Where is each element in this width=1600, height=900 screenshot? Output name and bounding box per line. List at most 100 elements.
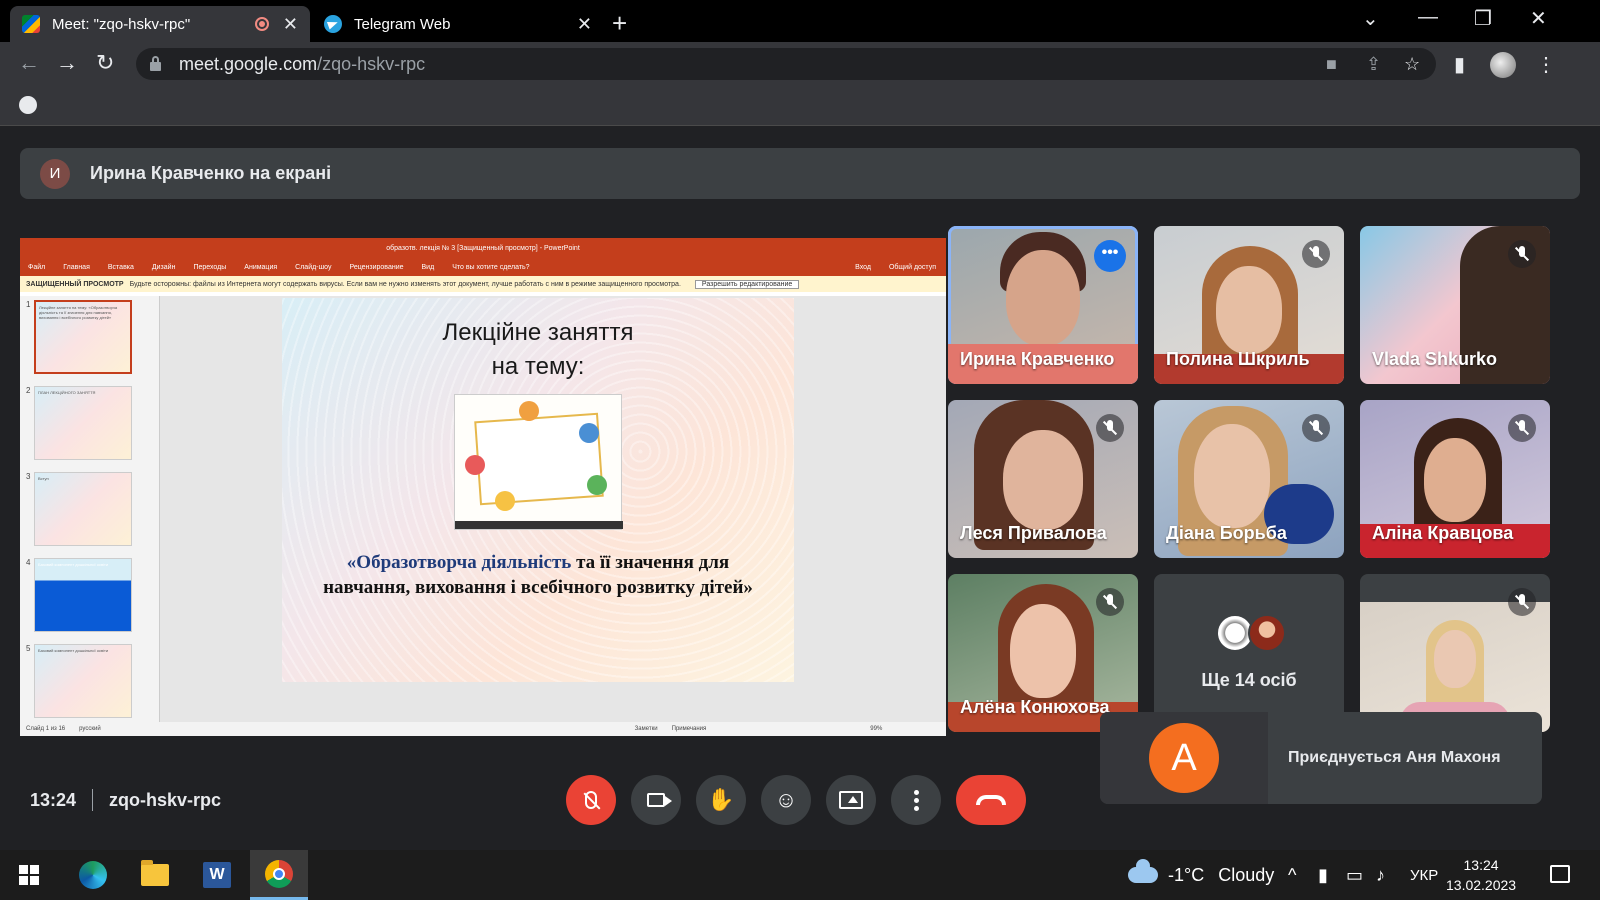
battery-icon[interactable]: ▭	[1346, 850, 1363, 900]
share-icon[interactable]: ⇪	[1366, 54, 1381, 75]
share-link[interactable]: Общий доступ	[889, 264, 936, 271]
tab-search-icon[interactable]: ⌄	[1362, 6, 1379, 31]
ribbon-tab[interactable]: Слайд-шоу	[295, 264, 331, 271]
thumb-number: 5	[26, 644, 31, 653]
taskbar-clock[interactable]: 13:24 13.02.2023	[1446, 855, 1516, 895]
microphone-tray-icon[interactable]: ▮	[1318, 850, 1328, 900]
tab-meet[interactable]: Meet: "zqo-hskv-rpc" ✕	[10, 6, 310, 42]
thumb-number: 2	[26, 386, 31, 395]
zoom-level[interactable]: 99%	[870, 726, 882, 732]
participant-tile[interactable]: Діана Борьба	[1154, 400, 1344, 558]
slide-thumbnail[interactable]: Базовий компонент дошкільної освіти	[34, 558, 132, 632]
profile-avatar[interactable]	[1490, 52, 1516, 78]
raise-hand-button[interactable]: ✋	[696, 775, 746, 825]
notification-center-icon[interactable]	[1550, 865, 1570, 883]
participant-tile[interactable]: Аліна Кравцова	[1360, 400, 1550, 558]
participant-name: Діана Борьба	[1166, 523, 1287, 543]
participant-name: Vlada Shkurko	[1372, 349, 1498, 369]
slide-heading-line1: Лекційне заняття	[442, 319, 634, 346]
edge-icon	[79, 861, 107, 889]
input-language[interactable]: УКР	[1410, 850, 1438, 900]
start-button[interactable]	[0, 850, 58, 900]
tab-meet-title: Meet: "zqo-hskv-rpc"	[52, 15, 191, 33]
tab-telegram-close-icon[interactable]: ✕	[577, 14, 592, 35]
ribbon-tab[interactable]: Дизайн	[152, 264, 176, 271]
taskbar-explorer[interactable]	[126, 850, 184, 900]
language-status: русский	[79, 726, 101, 732]
present-screen-icon	[839, 791, 863, 809]
join-avatar-area: A	[1100, 712, 1268, 804]
divider	[92, 789, 94, 811]
meeting-code[interactable]: zqo-hskv-rpc	[109, 790, 221, 811]
present-now-button[interactable]	[826, 775, 876, 825]
slide-thumbnail[interactable]: Вступ	[34, 472, 132, 546]
camera-toggle-button[interactable]	[631, 775, 681, 825]
taskbar-chrome[interactable]	[250, 850, 308, 900]
slide-thumbnail[interactable]: Лекційне заняття на тему: «Образотворча …	[34, 300, 132, 374]
participant-tile[interactable]: Полина Шкриль	[1154, 226, 1344, 384]
bookmark-star-icon[interactable]: ☆	[1404, 54, 1420, 75]
tab-telegram[interactable]: Telegram Web ✕	[312, 6, 604, 42]
ribbon-tab[interactable]: Главная	[63, 264, 90, 271]
more-options-icon[interactable]: •••	[1094, 240, 1126, 272]
participant-tile[interactable]: Vlada Shkurko	[1360, 226, 1550, 384]
protected-view-text: Будьте осторожны: файлы из Интернета мог…	[129, 280, 681, 288]
slide-thumbnail[interactable]: Базовий компонент дошкільної освіти	[34, 644, 132, 718]
notes-button[interactable]: Заметки	[635, 726, 658, 732]
taskbar-word[interactable]: W	[188, 850, 246, 900]
signin-link[interactable]: Вход	[855, 264, 871, 271]
new-tab-button[interactable]: +	[612, 8, 627, 39]
comments-button[interactable]: Примечания	[672, 726, 707, 732]
ribbon-tab[interactable]: Анимация	[244, 264, 277, 271]
powerpoint-ribbon-tabs: Файл Главная Вставка Дизайн Переходы Ани…	[20, 258, 946, 276]
ribbon-tab[interactable]: Переходы	[193, 264, 226, 271]
cloud-icon	[1128, 859, 1158, 883]
participant-name: Алёна Конюхова	[960, 697, 1110, 717]
protected-view-bar: ЗАЩИЩЕННЫЙ ПРОСМОТР Будьте осторожны: фа…	[20, 276, 946, 292]
window-close-button[interactable]: ✕	[1530, 6, 1547, 31]
leave-call-button[interactable]	[956, 775, 1026, 825]
tab-telegram-title: Telegram Web	[354, 15, 451, 33]
more-options-button[interactable]	[891, 775, 941, 825]
minimize-button[interactable]: —	[1418, 6, 1438, 29]
weather-desc: Cloudy	[1218, 864, 1275, 885]
participant-tile[interactable]: Леся Привалова	[948, 400, 1138, 558]
enable-editing-button[interactable]: Разрешить редактирование	[694, 279, 800, 289]
participant-tile[interactable]: Алёна Конюхова	[948, 574, 1138, 732]
volume-icon[interactable]: ♪	[1376, 850, 1385, 900]
shared-screen: образотв. лекція № 3 [Защищенный просмот…	[20, 238, 946, 736]
powerpoint-workspace: 1 Лекційне заняття на тему: «Образотворч…	[20, 296, 946, 722]
tray-chevron-icon[interactable]: ^	[1288, 850, 1296, 900]
ribbon-tab[interactable]: Файл	[28, 264, 45, 271]
more-participants-tile[interactable]: Ще 14 осіб	[1154, 574, 1344, 732]
participant-name: Ирина Кравченко	[960, 349, 1115, 369]
reload-icon[interactable]: ↻	[96, 50, 114, 76]
ribbon-tab[interactable]: Вид	[422, 264, 435, 271]
ribbon-tab[interactable]: Вставка	[108, 264, 134, 271]
hang-up-icon	[976, 795, 1006, 805]
address-bar[interactable]: meet.google.com/zqo-hskv-rpc ■ ⇪ ☆	[136, 48, 1436, 80]
tab-meet-close-icon[interactable]: ✕	[283, 14, 298, 35]
back-icon[interactable]: ←	[18, 50, 40, 76]
participant-tile[interactable]: ••• Ирина Кравченко	[948, 226, 1138, 384]
browser-menu-icon[interactable]: ⋮	[1536, 52, 1556, 77]
thumb-number: 1	[26, 300, 31, 309]
reactions-button[interactable]: ☺	[761, 775, 811, 825]
muted-mic-icon	[1508, 240, 1536, 268]
thumb-number: 4	[26, 558, 31, 567]
side-panel-icon[interactable]: ▮	[1454, 52, 1465, 77]
taskbar-edge[interactable]	[64, 850, 122, 900]
participant-name: Аліна Кравцова	[1372, 523, 1514, 543]
forward-icon[interactable]: →	[56, 50, 78, 76]
slide-thumbnail[interactable]: ПЛАН ЛЕКЦІЙНОГО ЗАНЯТТЯ	[34, 386, 132, 460]
restore-button[interactable]: ❐	[1474, 6, 1492, 31]
ribbon-tab[interactable]: Рецензирование	[349, 264, 403, 271]
weather-widget[interactable]: -1°C Cloudy	[1128, 850, 1274, 900]
microphone-toggle-button[interactable]	[566, 775, 616, 825]
camera-in-use-icon[interactable]: ■	[1326, 54, 1337, 75]
participant-tile[interactable]	[1360, 574, 1550, 732]
lock-icon	[150, 55, 161, 71]
word-icon: W	[203, 862, 231, 888]
ribbon-search[interactable]: Что вы хотите сделать?	[452, 264, 529, 271]
globe-icon[interactable]	[19, 96, 37, 114]
